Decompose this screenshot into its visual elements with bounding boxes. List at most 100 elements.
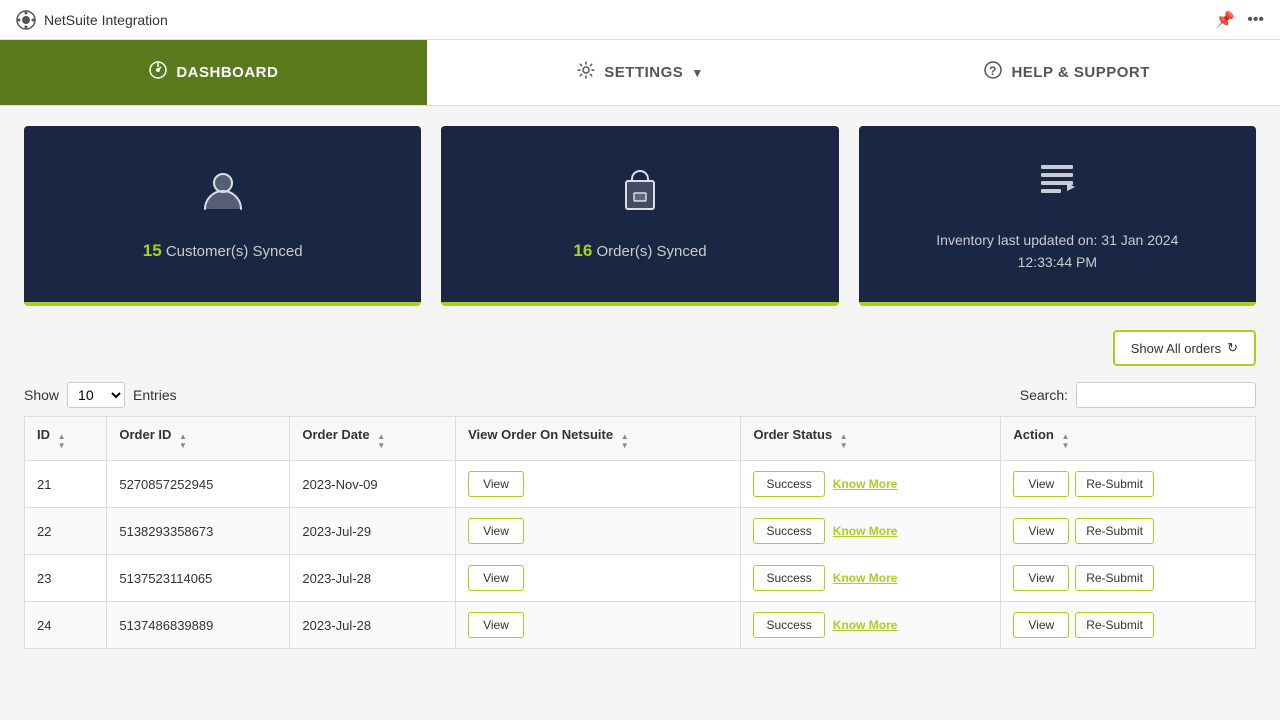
inventory-stat-card: Inventory last updated on: 31 Jan 2024 1… (859, 126, 1256, 306)
orders-stat-text: 16 Order(s) Synced (573, 241, 706, 261)
col-view-netsuite[interactable]: View Order On Netsuite ▲▼ (456, 417, 741, 461)
tab-help[interactable]: ? HELP & SUPPORT (853, 40, 1280, 105)
show-all-container: Show All orders ↻ (24, 330, 1256, 366)
cell-order-date-1: 2023-Jul-29 (290, 508, 456, 555)
view-netsuite-button-0[interactable]: View (468, 471, 524, 497)
search-label: Search: (1020, 387, 1068, 403)
top-bar-actions: 📌 ••• (1215, 10, 1264, 30)
help-icon: ? (983, 60, 1003, 85)
table-entries-row: Show 10 25 50 100 Entries Search: (24, 382, 1256, 408)
show-all-orders-button[interactable]: Show All orders ↻ (1113, 330, 1256, 366)
resubmit-button-0[interactable]: Re-Submit (1075, 471, 1154, 497)
main-content: 15 Customer(s) Synced 16 Order(s) Synced (0, 106, 1280, 669)
search-area: Search: (1020, 382, 1256, 408)
sort-icon-status: ▲▼ (840, 432, 848, 450)
tab-help-label: HELP & SUPPORT (1011, 64, 1149, 81)
stats-row: 15 Customer(s) Synced 16 Order(s) Synced (24, 126, 1256, 306)
app-logo-icon (16, 10, 36, 30)
entries-left: Show 10 25 50 100 Entries (24, 382, 177, 408)
sort-icon-order-date: ▲▼ (377, 432, 385, 450)
resubmit-button-3[interactable]: Re-Submit (1075, 612, 1154, 638)
resubmit-button-2[interactable]: Re-Submit (1075, 565, 1154, 591)
sort-icon-order-id: ▲▼ (179, 432, 187, 450)
customer-icon (199, 167, 247, 225)
orders-icon (616, 167, 664, 225)
cell-view-netsuite-2: View (456, 555, 741, 602)
view-netsuite-button-3[interactable]: View (468, 612, 524, 638)
tab-dashboard-label: DASHBOARD (176, 64, 278, 81)
dashboard-icon (148, 60, 168, 85)
sort-icon-view: ▲▼ (621, 432, 629, 450)
orders-stat-card: 16 Order(s) Synced (441, 126, 838, 306)
inventory-text: Inventory last updated on: 31 Jan 2024 1… (936, 229, 1178, 274)
table-row: 23 5137523114065 2023-Jul-28 View Succes… (25, 555, 1256, 602)
cell-order-id-2: 5137523114065 (107, 555, 290, 602)
cell-order-date-3: 2023-Jul-28 (290, 602, 456, 649)
cell-id-3: 24 (25, 602, 107, 649)
table-header-row: ID ▲▼ Order ID ▲▼ Order Date ▲▼ View Ord… (25, 417, 1256, 461)
sort-icon-action: ▲▼ (1061, 432, 1069, 450)
search-input[interactable] (1076, 382, 1256, 408)
col-order-status[interactable]: Order Status ▲▼ (741, 417, 1001, 461)
cell-status-3: Success Know More (741, 602, 1001, 649)
cell-id-0: 21 (25, 461, 107, 508)
cell-view-netsuite-0: View (456, 461, 741, 508)
cell-order-id-0: 5270857252945 (107, 461, 290, 508)
top-bar-left: NetSuite Integration (16, 10, 168, 30)
cell-order-date-0: 2023-Nov-09 (290, 461, 456, 508)
tab-settings[interactable]: SETTINGS ▼ (427, 40, 854, 105)
tab-settings-label: SETTINGS (604, 64, 683, 81)
action-view-button-2[interactable]: View (1013, 565, 1069, 591)
col-order-id[interactable]: Order ID ▲▼ (107, 417, 290, 461)
cell-id-1: 22 (25, 508, 107, 555)
orders-count: 16 (573, 241, 592, 260)
show-all-label: Show All orders (1131, 341, 1221, 356)
cell-view-netsuite-3: View (456, 602, 741, 649)
orders-table: ID ▲▼ Order ID ▲▼ Order Date ▲▼ View Ord… (24, 416, 1256, 649)
inventory-line1: Inventory last updated on: 31 Jan 2024 (936, 229, 1178, 251)
cell-id-2: 23 (25, 555, 107, 602)
top-bar: NetSuite Integration 📌 ••• (0, 0, 1280, 40)
pin-icon[interactable]: 📌 (1215, 10, 1235, 30)
app-title: NetSuite Integration (44, 12, 168, 28)
cell-action-2: View Re-Submit (1001, 555, 1256, 602)
cell-order-id-3: 5137486839889 (107, 602, 290, 649)
tab-dashboard[interactable]: DASHBOARD (0, 40, 427, 105)
more-menu-icon[interactable]: ••• (1247, 11, 1264, 29)
refresh-icon: ↻ (1227, 340, 1238, 356)
col-order-date[interactable]: Order Date ▲▼ (290, 417, 456, 461)
customers-stat-card: 15 Customer(s) Synced (24, 126, 421, 306)
customers-stat-text: 15 Customer(s) Synced (143, 241, 303, 261)
col-action[interactable]: Action ▲▼ (1001, 417, 1256, 461)
col-id[interactable]: ID ▲▼ (25, 417, 107, 461)
entries-select[interactable]: 10 25 50 100 (67, 382, 125, 408)
status-button-3[interactable]: Success (753, 612, 824, 638)
table-row: 21 5270857252945 2023-Nov-09 View Succes… (25, 461, 1256, 508)
orders-label: Order(s) Synced (597, 243, 707, 260)
view-netsuite-button-1[interactable]: View (468, 518, 524, 544)
show-label: Show (24, 387, 59, 403)
status-button-1[interactable]: Success (753, 518, 824, 544)
table-row: 22 5138293358673 2023-Jul-29 View Succes… (25, 508, 1256, 555)
know-more-button-3[interactable]: Know More (833, 618, 898, 632)
sort-icon-id: ▲▼ (58, 432, 66, 450)
settings-icon (576, 60, 596, 85)
know-more-button-0[interactable]: Know More (833, 477, 898, 491)
status-button-0[interactable]: Success (753, 471, 824, 497)
know-more-button-2[interactable]: Know More (833, 571, 898, 585)
status-button-2[interactable]: Success (753, 565, 824, 591)
action-view-button-1[interactable]: View (1013, 518, 1069, 544)
know-more-button-1[interactable]: Know More (833, 524, 898, 538)
action-view-button-3[interactable]: View (1013, 612, 1069, 638)
nav-tabs: DASHBOARD SETTINGS ▼ ? HELP & SUPPORT (0, 40, 1280, 106)
table-row: 24 5137486839889 2023-Jul-28 View Succes… (25, 602, 1256, 649)
cell-status-2: Success Know More (741, 555, 1001, 602)
inventory-icon (1033, 155, 1081, 213)
inventory-line2: 12:33:44 PM (936, 251, 1178, 273)
cell-order-id-1: 5138293358673 (107, 508, 290, 555)
customers-label: Customer(s) Synced (166, 243, 303, 260)
cell-status-0: Success Know More (741, 461, 1001, 508)
resubmit-button-1[interactable]: Re-Submit (1075, 518, 1154, 544)
action-view-button-0[interactable]: View (1013, 471, 1069, 497)
view-netsuite-button-2[interactable]: View (468, 565, 524, 591)
